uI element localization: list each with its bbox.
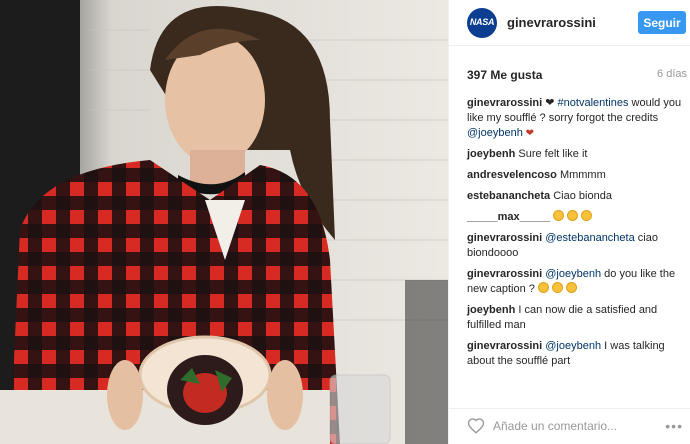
mention-link[interactable]: @joeybenh (467, 127, 523, 139)
comment-username[interactable]: andresvelencoso (467, 169, 557, 181)
emoji-icon (565, 282, 577, 293)
comment-text: Mmmmm (559, 169, 606, 181)
likes-count[interactable]: 397 Me gusta (467, 68, 542, 82)
post-time[interactable]: 6 días (657, 68, 687, 80)
list-item: ginevrarossini @joeybenh I was talking a… (467, 339, 685, 369)
emoji-icon (551, 282, 563, 293)
follow-button[interactable]: Seguir (638, 11, 686, 34)
post-header: NASA ginevrarossini Seguir (449, 0, 690, 46)
comment-username[interactable]: ginevrarossini (467, 232, 542, 244)
comment-input[interactable] (493, 417, 653, 435)
more-options-icon[interactable]: ••• (665, 419, 683, 433)
comment-text: Sure felt like it (518, 148, 588, 160)
comment-text: Ciao bionda (553, 190, 612, 202)
like-heart-icon[interactable] (467, 417, 485, 435)
comment-username[interactable]: joeybenh (467, 304, 515, 316)
mention-link[interactable]: @estebanancheta (545, 232, 634, 244)
comment-text: ❤ (542, 97, 558, 109)
list-item: joeybenh I can now die a satisfied and f… (467, 303, 685, 333)
comment-composer: ••• (449, 408, 690, 444)
list-item: ginevrarossini ❤ #notvalentines would yo… (467, 96, 685, 141)
emoji-icon (537, 282, 549, 293)
comment-list: ginevrarossini ❤ #notvalentines would yo… (467, 96, 685, 375)
post-username[interactable]: ginevrarossini (507, 15, 596, 30)
list-item: ginevrarossini @estebanancheta ciao bion… (467, 231, 685, 261)
comment-username[interactable]: ginevrarossini (467, 340, 542, 352)
list-item: ginevrarossini @joeybenh do you like the… (467, 267, 685, 297)
avatar[interactable]: NASA (467, 8, 497, 38)
comment-username[interactable]: _____max_____ (467, 211, 550, 223)
comment-text: ❤ (522, 128, 534, 139)
list-item: joeybenh Sure felt like it (467, 147, 685, 162)
hashtag-link[interactable]: #notvalentines (558, 97, 629, 109)
post-photo-image (0, 0, 448, 444)
post-photo[interactable] (0, 0, 448, 444)
comment-username[interactable]: ginevrarossini (467, 268, 542, 280)
emoji-icon (581, 210, 593, 221)
post-details-panel: NASA ginevrarossini Seguir 397 Me gusta … (448, 0, 690, 444)
avatar-logo-text: NASA (469, 17, 495, 27)
comment-username[interactable]: estebanancheta (467, 190, 550, 202)
post-stats: 397 Me gusta 6 días (467, 68, 687, 82)
emoji-icon (553, 210, 565, 221)
comment-username[interactable]: joeybenh (467, 148, 515, 160)
emoji-icon (567, 210, 579, 221)
comment-username[interactable]: ginevrarossini (467, 97, 542, 109)
list-item: _____max_____ (467, 210, 685, 225)
list-item: andresvelencoso Mmmmm (467, 168, 685, 183)
mention-link[interactable]: @joeybenh (545, 340, 601, 352)
list-item: estebanancheta Ciao bionda (467, 189, 685, 204)
mention-link[interactable]: @joeybenh (545, 268, 601, 280)
